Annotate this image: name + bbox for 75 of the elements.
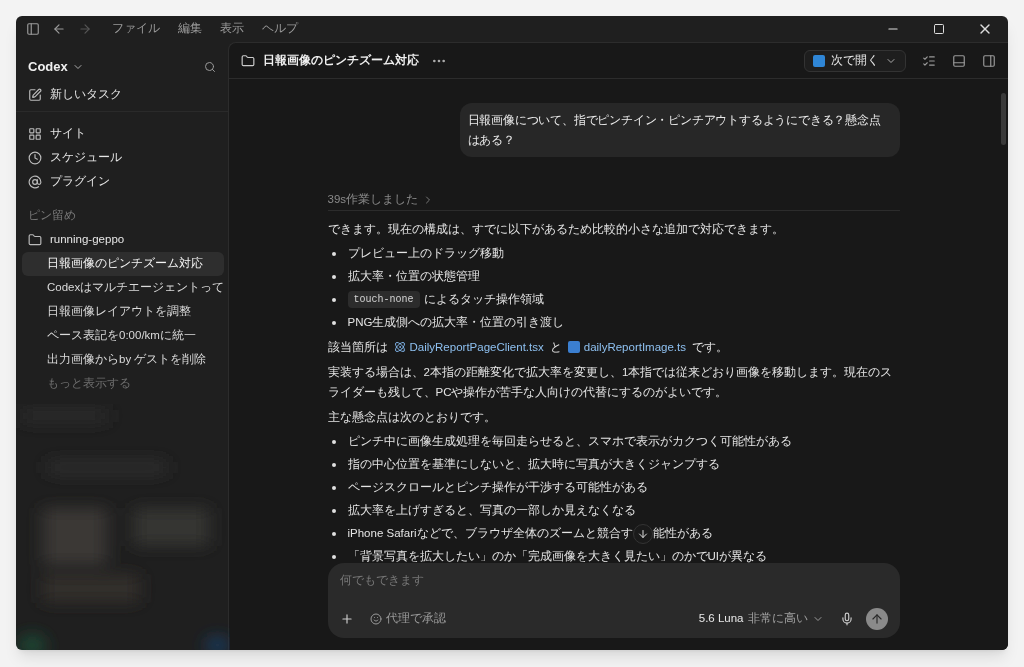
menu-item[interactable]: 編集: [178, 20, 202, 38]
send-button[interactable]: [865, 608, 888, 630]
response-text: です。: [692, 339, 728, 355]
bullet-icon: [331, 297, 336, 302]
project-item[interactable]: running-geppo: [16, 228, 231, 252]
list-item-text: iPhone Safariなどで、ブラウザ全体のズームと競合す: [347, 526, 633, 542]
list-item-text: 能性がある: [652, 526, 713, 542]
bullet-icon: [331, 462, 336, 467]
scroll-down-button[interactable]: [632, 523, 653, 544]
folder-icon: [28, 233, 42, 247]
atom-icon: [393, 341, 406, 354]
list-item-text: PNG生成側への拡大率・位置の引き渡し: [347, 315, 565, 331]
section-heading: ピン留め: [27, 208, 77, 224]
list-item-text: プレビュー上のドラッグ移動: [347, 246, 504, 262]
app-name[interactable]: Codex: [28, 57, 68, 77]
at-sign-icon: [28, 175, 42, 189]
maximize-icon[interactable]: [933, 23, 945, 35]
message-input[interactable]: 何でもできます: [339, 571, 888, 589]
menu-item[interactable]: ファイル: [112, 20, 160, 38]
user-message: 日報画像について、指でピンチイン・ピンチアウトするようにできる？懸念点はある？: [459, 103, 900, 157]
list-item-text: 指の中心位置を基準にしないと、拡大時に写真が大きくジャンプする: [347, 457, 720, 473]
thread-title: 日報画像のピンチズーム対応: [263, 52, 419, 68]
editor-icon: [813, 54, 825, 67]
thread-item[interactable]: Codexはマルチエージェントって: [22, 276, 225, 300]
response-text: 該当箇所は: [327, 339, 388, 355]
arrow-down-icon: [636, 527, 649, 540]
list-item-text: ページスクロールとピンチ操作が干渉する可能性がある: [347, 480, 648, 496]
list-item-text: 拡大率・位置の状態管理: [347, 269, 480, 285]
folder-icon: [241, 53, 255, 68]
file-link[interactable]: DailyReportPageClient.tsx: [393, 338, 544, 356]
bullet-icon: [331, 439, 336, 444]
sidebar-toggle-icon[interactable]: [26, 22, 40, 36]
clock-icon: [28, 151, 42, 165]
menu-item[interactable]: ヘルプ: [262, 20, 298, 38]
search-icon[interactable]: [204, 61, 216, 73]
bullet-icon: [331, 274, 336, 279]
grid-icon: [28, 127, 42, 141]
thread-item[interactable]: 出力画像からby ゲストを削除: [22, 348, 225, 372]
back-icon[interactable]: [52, 22, 66, 36]
model-selector[interactable]: 5.6 Luna 非常に高い: [698, 610, 824, 628]
bottom-panel-icon[interactable]: [952, 53, 966, 68]
nav-item[interactable]: サイト: [16, 122, 231, 146]
list-item-text: によるタッチ操作領域: [423, 292, 544, 308]
thread-item[interactable]: ペース表記を0:00/kmに統一: [22, 324, 225, 348]
plus-icon[interactable]: [339, 612, 354, 626]
list-item-text: 「背景写真を拡大したい」のか「完成画像を大きく見たい」のかでUIが異なる: [347, 549, 767, 565]
new-task-button[interactable]: 新しいタスク: [16, 82, 228, 112]
inline-code: touch-none: [347, 291, 420, 309]
smile-icon: [369, 613, 382, 625]
bullet-icon: [331, 485, 336, 490]
menu-item[interactable]: 表示: [220, 20, 244, 38]
bullet-icon: [331, 531, 336, 536]
bullet-icon: [331, 251, 336, 256]
list-item-text: 拡大率を上げすぎると、写真の一部しか見えなくなる: [347, 503, 636, 519]
response-text: と: [549, 339, 562, 355]
right-panel-icon[interactable]: [982, 53, 996, 68]
bullet-icon: [331, 554, 336, 559]
thread-item[interactable]: 日報画像のピンチズーム対応: [22, 252, 225, 276]
nav-item[interactable]: プラグイン: [16, 170, 231, 194]
response-paragraph: 主な懸念点は次のとおりです。: [327, 410, 497, 426]
microphone-icon[interactable]: [839, 612, 854, 626]
work-duration[interactable]: 39s作業しました: [327, 191, 419, 209]
response-paragraph: できます。現在の構成は、すでに以下があるため比較的小さな追加で対応できます。: [327, 222, 785, 238]
thread-item[interactable]: 日報画像レイアウトを調整: [22, 300, 225, 324]
bullet-icon: [331, 320, 336, 325]
list-item-text: ピンチ中に画像生成処理を毎回走らせると、スマホで表示がカクつく可能性がある: [347, 434, 792, 450]
file-link[interactable]: dailyReportImage.ts: [567, 338, 686, 356]
bullet-icon: [331, 508, 336, 513]
open-with-button[interactable]: 次で開く: [804, 49, 906, 72]
file-icon: [567, 341, 580, 354]
nav-item[interactable]: スケジュール: [16, 146, 231, 170]
approval-button[interactable]: 代理で承認: [369, 610, 446, 628]
compose-icon: [28, 87, 42, 102]
list-icon[interactable]: [922, 53, 936, 68]
response-paragraph: 実装する場合は、2本指の距離変化で拡大率を変更し、1本指では従来どおり画像を移動します。現在のスライダーも残して、PCや操作が苦手な人向けの代替にするのがよいです。: [327, 365, 894, 401]
